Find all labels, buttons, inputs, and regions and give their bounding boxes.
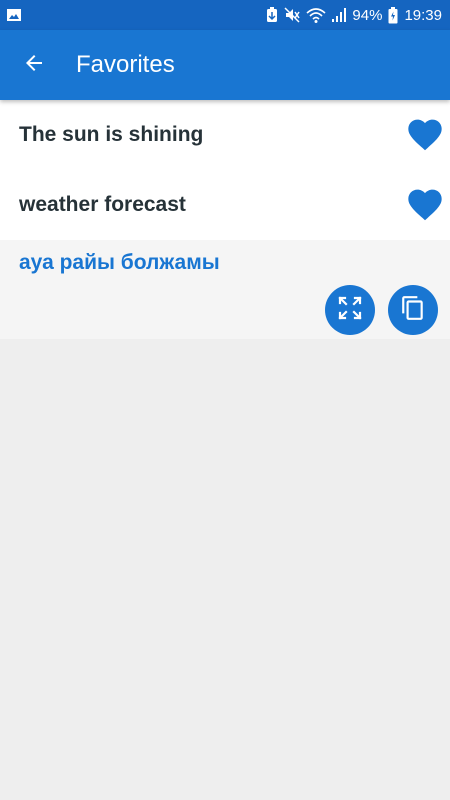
signal-icon bbox=[332, 7, 347, 23]
heart-icon bbox=[405, 114, 445, 157]
favorite-phrase: The sun is shining bbox=[19, 123, 204, 146]
expand-button[interactable] bbox=[325, 285, 375, 335]
battery-icon bbox=[388, 6, 398, 24]
fullscreen-icon bbox=[337, 295, 363, 326]
status-bar: 94% 19:39 bbox=[0, 0, 450, 30]
arrow-left-icon bbox=[22, 51, 46, 80]
list-item[interactable]: The sun is shining bbox=[0, 100, 450, 170]
list-item[interactable]: weather forecast bbox=[0, 170, 450, 240]
clock: 19:39 bbox=[404, 6, 442, 24]
favorite-toggle-button[interactable] bbox=[404, 114, 446, 156]
back-button[interactable] bbox=[14, 47, 54, 83]
battery-saver-icon bbox=[266, 7, 278, 23]
app-bar: Favorites bbox=[0, 30, 450, 100]
copy-button[interactable] bbox=[388, 285, 438, 335]
favorite-phrase: weather forecast bbox=[19, 193, 186, 216]
translation-text[interactable]: ауа райы болжамы bbox=[19, 251, 220, 275]
page-title: Favorites bbox=[76, 51, 175, 78]
heart-icon bbox=[405, 184, 445, 227]
wifi-icon bbox=[306, 7, 326, 23]
status-icons: 94% 19:39 bbox=[266, 0, 442, 30]
favorites-list: The sun is shining weather forecast ауа … bbox=[0, 100, 450, 339]
gallery-icon bbox=[6, 7, 22, 23]
favorite-toggle-button[interactable] bbox=[404, 184, 446, 226]
copy-icon bbox=[400, 295, 426, 326]
translation-panel: ауа райы болжамы bbox=[0, 240, 450, 339]
battery-percent: 94% bbox=[352, 6, 383, 24]
mute-icon bbox=[284, 7, 301, 23]
